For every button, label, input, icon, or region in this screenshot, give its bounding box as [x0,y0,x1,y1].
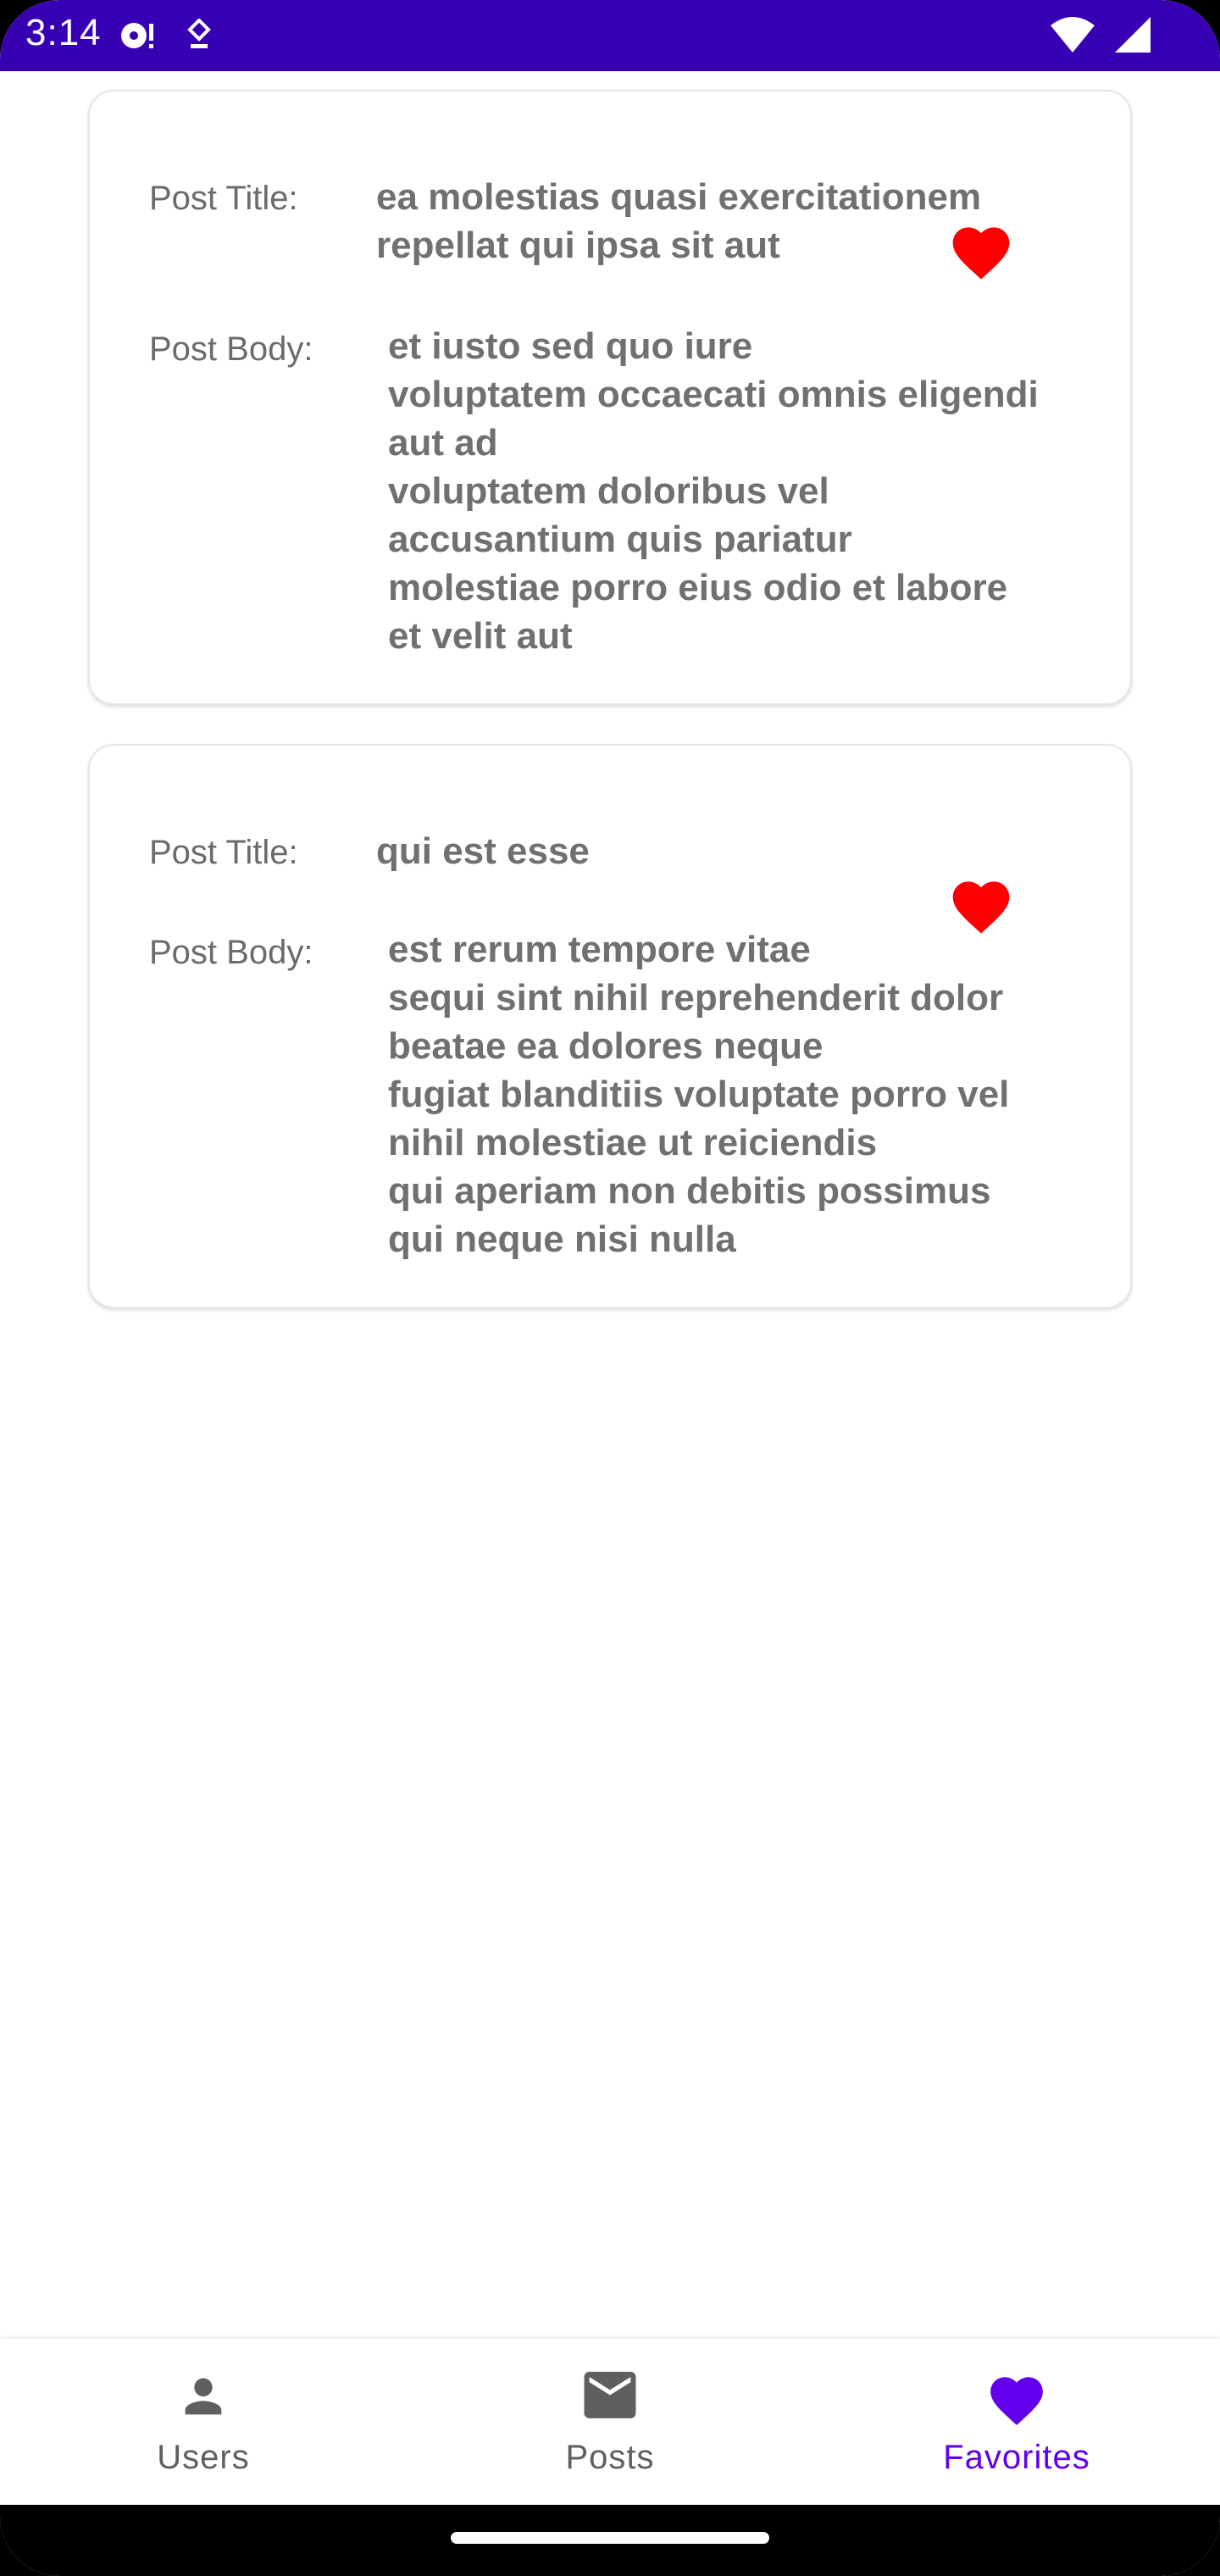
status-notification-icons [119,18,212,57]
status-system-icons [1049,15,1152,58]
media-sync-icon [119,19,158,57]
post-title-line: qui est esse [376,830,590,872]
post-title-label: Post Title: [149,834,298,871]
post-body-line: voluptatem occaecati omnis eligendi [388,374,1039,415]
person-icon [176,2369,230,2428]
nav-item-posts[interactable]: Posts [407,2339,813,2505]
signal-icon [1113,15,1152,58]
post-title-value: ea molestias quasi exercitationem repell… [376,173,1020,269]
bottom-navigation: Users Posts Favorites [0,2339,1220,2505]
post-body-line: voluptatem doloribus vel [388,470,829,512]
post-body-label: Post Body: [149,934,313,971]
post-body-line: est rerum tempore vitae [388,929,811,970]
status-time: 3:14 [25,12,102,53]
post-card[interactable]: Post Title: ea molestias quasi exercitat… [88,90,1132,705]
post-card[interactable]: Post Title: qui est esse Post Body: est … [88,744,1132,1308]
nav-item-favorites[interactable]: Favorites [813,2339,1220,2505]
post-title-label: Post Title: [149,180,298,217]
post-body-line: accusantium quis pariatur [388,519,852,560]
nav-item-label: Favorites [943,2439,1090,2476]
post-body-value: est rerum tempore vitae sequi sint nihil… [388,925,1117,1263]
location-icon [186,18,212,57]
post-body-line: et iusto sed quo iure [388,325,753,367]
favorite-heart-icon[interactable] [947,219,1015,281]
system-navigation-bar [0,2505,1220,2576]
heart-icon [985,2369,1048,2431]
favorites-list[interactable]: Post Title: ea molestias quasi exercitat… [0,71,1220,2339]
post-body-value: et iusto sed quo iure voluptatem occaeca… [388,322,1117,660]
post-title-value: qui est esse [376,827,1020,875]
nav-item-label: Posts [565,2439,655,2476]
status-bar: 3:14 [0,0,1220,71]
post-body-line: qui aperiam non debitis possimus [388,1170,991,1212]
post-title-line: ea molestias quasi exercitationem [376,176,982,218]
wifi-icon [1049,15,1096,58]
post-body-line: nihil molestiae ut reiciendis [388,1122,878,1163]
post-body-line: aut ad [388,422,498,464]
app-screen: 3:14 Post Title: ea molestias quasi exer… [0,0,1220,2576]
post-body-line: fugiat blanditiis voluptate porro vel [388,1074,1010,1115]
mail-icon [579,2369,641,2428]
post-body-line: beatae ea dolores neque [388,1025,824,1067]
post-body-line: qui neque nisi nulla [388,1219,736,1260]
post-body-line: molestiae porro eius odio et labore [388,567,1008,608]
post-title-line: repellat qui ipsa sit aut [376,225,780,266]
gesture-handle[interactable] [451,2532,769,2544]
post-body-line: sequi sint nihil reprehenderit dolor [388,977,1004,1019]
nav-item-users[interactable]: Users [0,2339,407,2505]
post-body-label: Post Body: [149,330,313,368]
post-body-line: et velit aut [388,615,573,657]
nav-item-label: Users [157,2439,250,2476]
